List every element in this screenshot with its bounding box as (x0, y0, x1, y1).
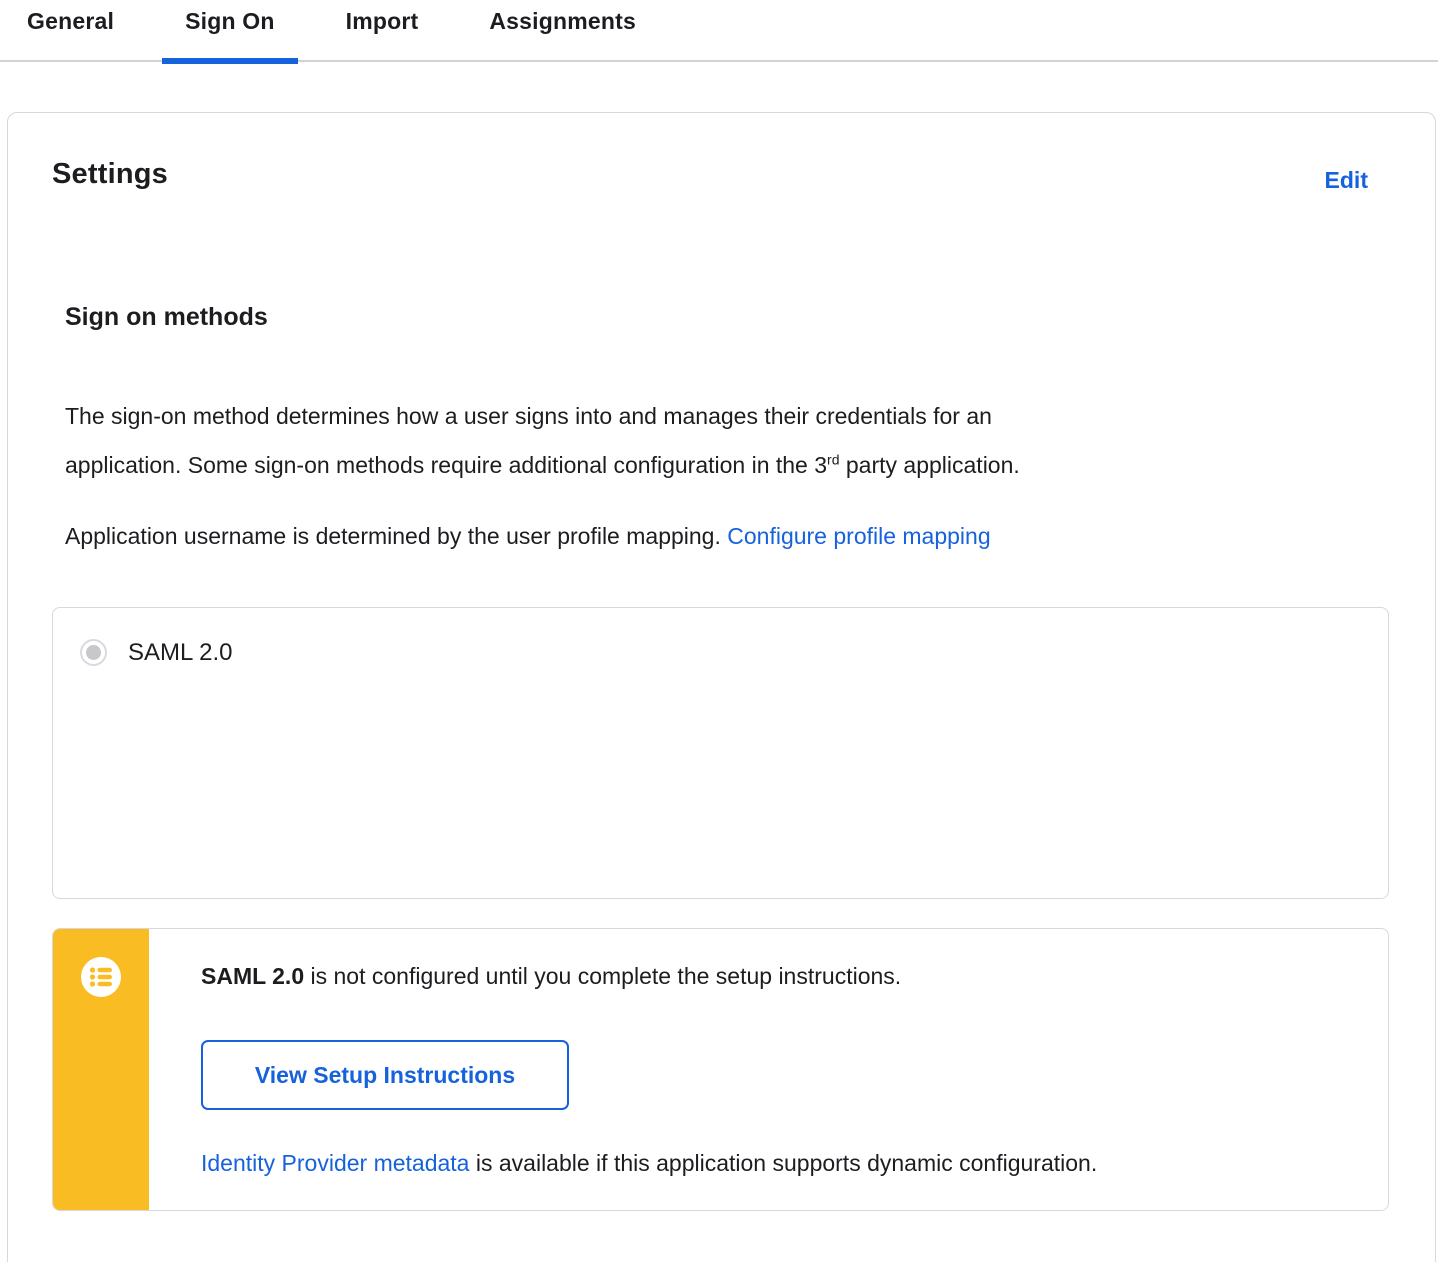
app-tab-bar: General Sign On Import Assignments (0, 0, 1438, 64)
username-mapping-paragraph: Application username is determined by th… (65, 512, 1355, 561)
metadata-availability-text: is available if this application support… (469, 1150, 1098, 1176)
not-configured-message: SAML 2.0 is not configured until you com… (201, 963, 901, 990)
identity-provider-metadata-link[interactable]: Identity Provider metadata (201, 1150, 469, 1176)
not-configured-message-bold: SAML 2.0 (201, 963, 305, 989)
view-setup-instructions-button[interactable]: View Setup Instructions (201, 1040, 569, 1110)
app-sign-on-page: General Sign On Import Assignments Setti… (0, 0, 1438, 1262)
sign-on-methods-description: The sign-on method determines how a user… (65, 392, 1355, 490)
saml-radio-button[interactable] (80, 639, 107, 666)
radio-dot (86, 645, 101, 660)
ordinal-suffix: rd (827, 451, 840, 468)
warning-accent-bar (53, 929, 149, 1210)
description-line-1: The sign-on method determines how a user… (65, 403, 992, 429)
saml-radio-label: SAML 2.0 (128, 639, 233, 666)
metadata-availability-line: Identity Provider metadata is available … (201, 1150, 1097, 1177)
saml-method-box: Default Relay State (52, 607, 1389, 899)
setup-list-icon (81, 957, 121, 997)
setup-warning-callout: SAML 2.0 is not configured until you com… (52, 928, 1389, 1211)
tab-assignments[interactable]: Assignments (466, 0, 659, 62)
settings-title: Settings (52, 158, 168, 190)
description-line-2-tail: party application. (839, 452, 1020, 478)
tab-import[interactable]: Import (323, 0, 442, 62)
configure-profile-mapping-link[interactable]: Configure profile mapping (727, 523, 990, 549)
edit-settings-link[interactable]: Edit (1325, 167, 1368, 194)
sign-on-methods-heading: Sign on methods (65, 303, 268, 331)
tab-sign-on[interactable]: Sign On (162, 0, 298, 64)
not-configured-message-rest: is not configured until you complete the… (304, 963, 902, 989)
username-mapping-text: Application username is determined by th… (65, 523, 728, 549)
description-line-2-text: application. Some sign-on methods requir… (65, 452, 828, 478)
tab-general[interactable]: General (4, 0, 137, 62)
description-line-2: application. Some sign-on methods requir… (65, 441, 1355, 490)
